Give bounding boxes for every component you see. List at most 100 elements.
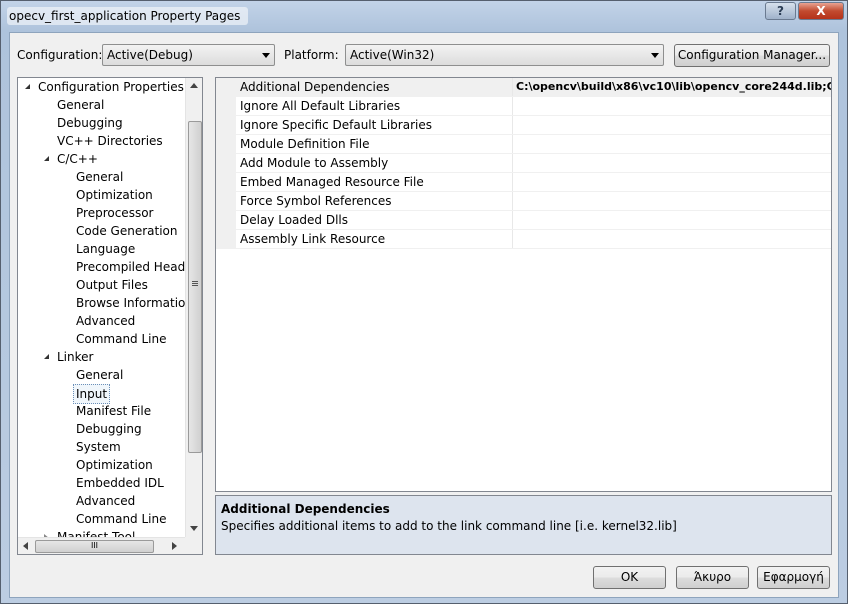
- tree-item[interactable]: Debugging: [18, 420, 184, 438]
- property-row[interactable]: Ignore Specific Default Libraries: [216, 116, 831, 135]
- tree-item[interactable]: System: [18, 438, 184, 456]
- tree-item[interactable]: Manifest File: [18, 402, 184, 420]
- property-row[interactable]: Force Symbol References: [216, 192, 831, 211]
- property-value[interactable]: [512, 97, 831, 115]
- tree-item[interactable]: Preprocessor: [18, 204, 184, 222]
- property-row[interactable]: Delay Loaded Dlls: [216, 211, 831, 230]
- tree-item-label: Command Line: [76, 332, 167, 346]
- tree-item[interactable]: VC++ Directories: [18, 132, 184, 150]
- scroll-right-arrow-icon[interactable]: [172, 542, 177, 550]
- tree-scroll-thumb[interactable]: [188, 121, 202, 453]
- tree-item[interactable]: General: [18, 366, 184, 384]
- property-row-gutter: [216, 230, 236, 249]
- scroll-left-arrow-icon[interactable]: [23, 542, 28, 550]
- cancel-button[interactable]: Άκυρο: [676, 566, 749, 589]
- close-button[interactable]: X: [798, 2, 844, 20]
- property-name: Delay Loaded Dlls: [240, 213, 348, 227]
- tree-item-label: Optimization: [76, 188, 153, 202]
- tree-item[interactable]: Advanced: [18, 492, 184, 510]
- property-tree[interactable]: Configuration Properties General Debugging…: [17, 77, 203, 555]
- property-row-gutter: [216, 116, 236, 135]
- tree-item[interactable]: General: [18, 168, 184, 186]
- property-row[interactable]: Additional Dependencies C:\opencv\build\x…: [216, 78, 831, 97]
- collapse-triangle-icon[interactable]: [44, 354, 49, 359]
- tree-item[interactable]: Embedded IDL: [18, 474, 184, 492]
- tree-item-label: Precompiled Header: [76, 260, 198, 274]
- grip-icon: [192, 281, 198, 282]
- property-value[interactable]: C:\opencv\build\x86\vc10\lib\opencv_core…: [512, 78, 831, 96]
- property-row[interactable]: Module Definition File: [216, 135, 831, 154]
- tree-item-label: Input: [73, 384, 111, 404]
- configuration-value: Active(Debug): [107, 48, 193, 62]
- tree-item[interactable]: Advanced: [18, 312, 184, 330]
- tree-item[interactable]: C/C++: [18, 150, 184, 168]
- property-value[interactable]: [512, 116, 831, 134]
- scroll-corner: [185, 537, 202, 554]
- tree-vertical-scrollbar[interactable]: [185, 78, 202, 537]
- property-row-gutter: [216, 135, 236, 154]
- property-value[interactable]: [512, 135, 831, 153]
- property-row-gutter: [216, 211, 236, 230]
- property-value[interactable]: [512, 230, 831, 248]
- property-row[interactable]: Add Module to Assembly: [216, 154, 831, 173]
- property-value[interactable]: [512, 192, 831, 210]
- tree-item[interactable]: Browse Information: [18, 294, 193, 312]
- tree-item-label: Preprocessor: [76, 206, 154, 220]
- tree-item-label: Command Line: [76, 512, 167, 526]
- tree-item-label: General: [76, 368, 124, 382]
- tree-item[interactable]: Configuration Properties: [18, 78, 184, 96]
- tree-item[interactable]: Linker: [18, 348, 184, 366]
- apply-button[interactable]: Εφαρμογή: [757, 566, 830, 589]
- tree-item-label: Code Generation: [76, 224, 178, 238]
- property-row-gutter: [216, 192, 236, 211]
- platform-dropdown[interactable]: Active(Win32): [345, 44, 664, 66]
- tree-item-label: General: [76, 170, 124, 184]
- property-row[interactable]: Assembly Link Resource: [216, 230, 831, 249]
- property-row[interactable]: Ignore All Default Libraries: [216, 97, 831, 116]
- property-row[interactable]: Embed Managed Resource File: [216, 173, 831, 192]
- collapse-triangle-icon[interactable]: [44, 156, 49, 161]
- tree-item-label: Embedded IDL: [76, 476, 164, 490]
- scroll-up-arrow-icon[interactable]: [190, 83, 198, 88]
- property-value[interactable]: [512, 154, 831, 172]
- property-row-gutter: [216, 154, 236, 173]
- tree-item[interactable]: Input: [18, 384, 184, 404]
- tree-item-label: Advanced: [76, 494, 136, 508]
- title-bar[interactable]: opecv_first_application Property Pages ?…: [1, 1, 847, 31]
- tree-item[interactable]: General: [18, 96, 184, 114]
- tree-item-label: Browse Information: [76, 296, 193, 310]
- description-text: Specifies additional items to add to the…: [221, 519, 677, 533]
- tree-hscroll-thumb[interactable]: III: [35, 540, 154, 553]
- tree-item[interactable]: Optimization: [18, 456, 184, 474]
- tree-item-label: Debugging: [57, 116, 123, 130]
- tree-item[interactable]: Optimization: [18, 186, 184, 204]
- tree-item[interactable]: Code Generation: [18, 222, 184, 240]
- property-value[interactable]: [512, 173, 831, 191]
- property-grid[interactable]: Additional Dependencies C:\opencv\build\x…: [215, 77, 832, 492]
- tree-item-label: Optimization: [76, 458, 153, 472]
- property-value[interactable]: [512, 211, 831, 229]
- tree-item-label: VC++ Directories: [57, 134, 163, 148]
- property-pages-window: opecv_first_application Property Pages ?…: [0, 0, 848, 604]
- help-button[interactable]: ?: [765, 2, 796, 20]
- collapse-triangle-icon[interactable]: [25, 84, 30, 89]
- ok-button[interactable]: OK: [593, 566, 666, 589]
- tree-item[interactable]: Command Line: [18, 510, 184, 528]
- tree-item[interactable]: Command Line: [18, 330, 184, 348]
- platform-value: Active(Win32): [350, 48, 435, 62]
- property-name: Force Symbol References: [240, 194, 392, 208]
- chevron-down-icon: [262, 53, 270, 58]
- tree-item[interactable]: Language: [18, 240, 184, 258]
- tree-item[interactable]: Output Files: [18, 276, 184, 294]
- configuration-manager-button[interactable]: Configuration Manager...: [674, 44, 830, 67]
- property-name: Module Definition File: [240, 137, 370, 151]
- chevron-down-icon: [651, 53, 659, 58]
- scroll-down-arrow-icon[interactable]: [190, 526, 198, 531]
- property-row-gutter: [216, 173, 236, 192]
- configuration-dropdown[interactable]: Active(Debug): [102, 44, 275, 66]
- tree-item-label: Advanced: [76, 314, 136, 328]
- tree-item[interactable]: Debugging: [18, 114, 184, 132]
- tree-item[interactable]: Precompiled Header: [18, 258, 198, 276]
- tree-horizontal-scrollbar[interactable]: III: [18, 537, 185, 554]
- property-name: Ignore All Default Libraries: [240, 99, 401, 113]
